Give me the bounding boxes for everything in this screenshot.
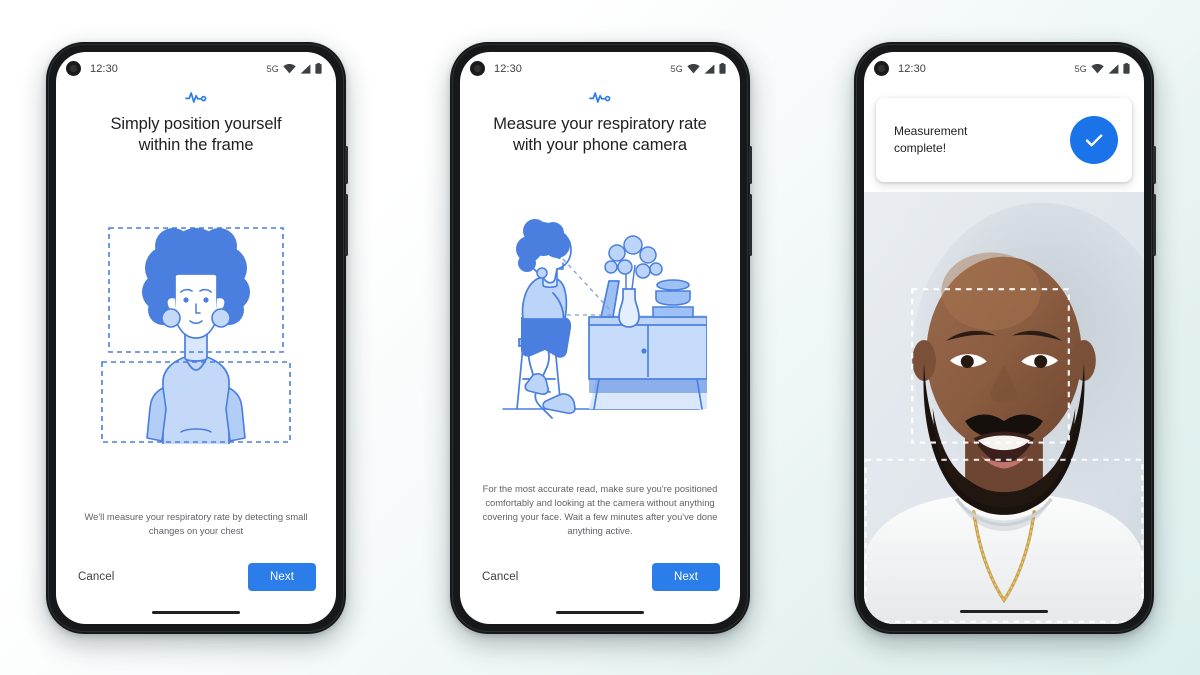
network-label: 5G: [670, 63, 683, 74]
phones-stage: 12:30 5G Simply position yourself within…: [0, 0, 1200, 675]
next-button[interactable]: Next: [247, 562, 316, 591]
phone-1-actions: Cancel Next: [74, 538, 318, 602]
toast-message: Measurement complete!: [894, 124, 968, 155]
person-in-frame-illustration: [101, 226, 291, 444]
phone-2-actions: Cancel Next: [478, 538, 722, 602]
camera-preview[interactable]: [864, 191, 1144, 624]
phone-device-2: 12:30 5G Measure your respiratory rate w…: [450, 41, 752, 634]
next-button[interactable]: Next: [651, 562, 720, 591]
status-time: 12:30: [898, 62, 927, 75]
page-title: Measure your respiratory rate with your …: [493, 114, 707, 154]
status-indicators: 5G: [1075, 63, 1130, 74]
status-bar: 12:30 5G: [56, 52, 336, 86]
phone-1-content: Simply position yourself within the fram…: [56, 86, 336, 602]
wifi-icon: [283, 63, 296, 73]
status-bar: 12:30 5G: [864, 52, 1144, 86]
phone-2-content: Measure your respiratory rate with your …: [460, 86, 740, 602]
cancel-button[interactable]: Cancel: [480, 565, 520, 589]
front-camera-punch-hole-icon: [470, 61, 485, 76]
battery-full-icon: [1123, 63, 1130, 74]
cancel-button[interactable]: Cancel: [76, 565, 116, 589]
page-caption: We'll measure your respiratory rate by d…: [84, 510, 308, 536]
cellular-signal-icon: [704, 63, 715, 74]
measurement-complete-toast: Measurement complete!: [876, 97, 1132, 182]
cellular-signal-icon: [1108, 63, 1119, 74]
power-button[interactable]: [1153, 145, 1156, 184]
phone-1-screen: 12:30 5G Simply position yourself within…: [56, 51, 336, 624]
network-label: 5G: [266, 63, 279, 74]
front-camera-punch-hole-icon: [874, 61, 889, 76]
volume-button[interactable]: [749, 193, 752, 256]
respiratory-pulse-icon: [185, 91, 207, 103]
wifi-icon: [687, 63, 700, 73]
status-time: 12:30: [494, 62, 523, 75]
status-indicators: 5G: [671, 63, 726, 74]
status-bar: 12:30 5G: [460, 52, 740, 86]
battery-full-icon: [719, 63, 726, 74]
toast-zone: Measurement complete!: [864, 85, 1144, 192]
power-button[interactable]: [749, 145, 752, 184]
phone-3-screen: 12:30 5G Measurement complete!: [864, 51, 1144, 624]
home-indicator[interactable]: [864, 600, 1144, 624]
person-on-stool-with-phone-illustration: [502, 218, 707, 419]
wifi-icon: [1091, 63, 1104, 73]
phone-device-1: 12:30 5G Simply position yourself within…: [46, 41, 348, 634]
live-camera-preview-with-tracking-frames: [864, 191, 1144, 624]
volume-button[interactable]: [345, 193, 348, 256]
volume-button[interactable]: [1153, 193, 1156, 256]
phone-device-3: 12:30 5G Measurement complete!: [854, 41, 1156, 634]
cellular-signal-icon: [300, 63, 311, 74]
page-title: Simply position yourself within the fram…: [110, 114, 282, 154]
home-indicator[interactable]: [460, 602, 740, 624]
home-indicator[interactable]: [56, 602, 336, 624]
front-camera-punch-hole-icon: [66, 61, 81, 76]
check-circle-icon: [1070, 115, 1118, 164]
phone-2-screen: 12:30 5G Measure your respiratory rate w…: [460, 51, 740, 624]
page-caption: For the most accurate read, make sure yo…: [482, 482, 718, 536]
status-time: 12:30: [90, 62, 119, 75]
network-label: 5G: [1074, 63, 1087, 74]
battery-full-icon: [315, 63, 322, 74]
illustration-person-in-frame: [74, 156, 318, 510]
power-button[interactable]: [345, 145, 348, 184]
illustration-person-on-stool: [478, 156, 722, 482]
respiratory-pulse-icon: [589, 91, 611, 103]
status-indicators: 5G: [267, 63, 322, 74]
